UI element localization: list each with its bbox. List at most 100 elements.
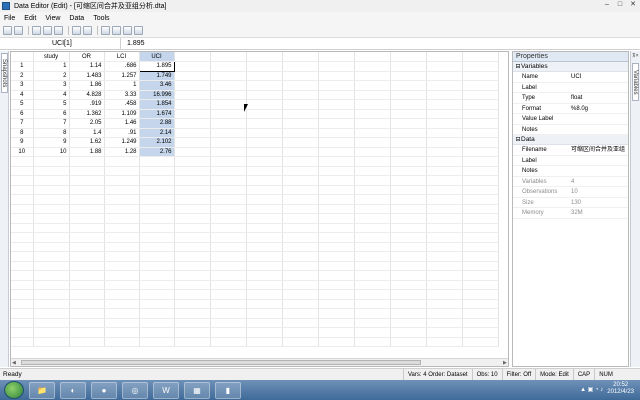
grid-cell[interactable] bbox=[69, 204, 105, 214]
grid-cell[interactable] bbox=[462, 251, 499, 262]
grid-cell[interactable]: 1.86 bbox=[69, 80, 105, 91]
grid-cell[interactable] bbox=[210, 232, 247, 243]
start-button[interactable] bbox=[4, 381, 24, 399]
grid-cell[interactable] bbox=[174, 61, 211, 72]
grid-cell[interactable] bbox=[174, 251, 211, 262]
grid-cell[interactable]: 1.28 bbox=[104, 147, 140, 157]
grid-cell[interactable] bbox=[462, 156, 499, 167]
grid-cell[interactable] bbox=[354, 118, 391, 129]
grid-cell[interactable] bbox=[174, 128, 211, 138]
grid-cell[interactable] bbox=[390, 185, 427, 195]
grid-cell[interactable] bbox=[318, 128, 355, 138]
grid-cell[interactable] bbox=[139, 280, 175, 290]
row-number[interactable] bbox=[11, 280, 34, 290]
scroll-right-icon[interactable]: ▶ bbox=[503, 360, 507, 366]
row-number[interactable] bbox=[11, 318, 34, 328]
grid-cell[interactable] bbox=[210, 280, 247, 290]
grid-cell[interactable] bbox=[282, 175, 319, 186]
grid-cell[interactable] bbox=[210, 251, 247, 262]
grid-cell[interactable] bbox=[33, 299, 70, 309]
grid-cell[interactable] bbox=[210, 147, 247, 157]
grid-cell[interactable] bbox=[246, 61, 283, 72]
browser-icon[interactable]: ◎ bbox=[122, 381, 148, 399]
property-row[interactable]: Notes bbox=[513, 166, 628, 177]
properties-icon[interactable] bbox=[123, 26, 132, 35]
grid-cell[interactable] bbox=[104, 308, 140, 319]
grid-cell[interactable] bbox=[318, 61, 355, 72]
edit-mode-icon[interactable] bbox=[72, 26, 81, 35]
grid-cell[interactable] bbox=[426, 99, 463, 110]
grid-cell[interactable] bbox=[69, 185, 105, 195]
grid-cell[interactable]: 1 bbox=[104, 80, 140, 91]
grid-cell[interactable] bbox=[139, 166, 175, 176]
grid-cell[interactable] bbox=[174, 232, 211, 243]
grid-cell[interactable] bbox=[282, 166, 319, 176]
grid-cell[interactable] bbox=[282, 204, 319, 214]
grid-cell[interactable] bbox=[462, 194, 499, 205]
grid-cell[interactable] bbox=[246, 261, 283, 271]
grid-cell[interactable]: 1.895 bbox=[138, 61, 175, 72]
grid-cell[interactable] bbox=[210, 156, 247, 167]
grid-cell[interactable] bbox=[462, 175, 499, 186]
grid-cell[interactable] bbox=[282, 289, 319, 300]
grid-cell[interactable] bbox=[282, 71, 319, 81]
grid-cell[interactable] bbox=[139, 185, 175, 195]
grid-cell[interactable] bbox=[354, 204, 391, 214]
grid-cell[interactable] bbox=[69, 213, 105, 224]
row-number[interactable]: 2 bbox=[11, 71, 34, 81]
property-value[interactable] bbox=[565, 125, 628, 135]
grid-cell[interactable] bbox=[282, 118, 319, 129]
grid-cell[interactable] bbox=[426, 337, 463, 347]
row-number[interactable]: 8 bbox=[11, 128, 34, 138]
grid-cell[interactable] bbox=[210, 223, 247, 233]
row-number[interactable] bbox=[11, 185, 34, 195]
grid-cell[interactable]: .458 bbox=[104, 99, 140, 110]
grid-cell[interactable] bbox=[210, 185, 247, 195]
property-row[interactable]: Memory 32M bbox=[513, 208, 628, 219]
grid-cell[interactable] bbox=[282, 242, 319, 252]
grid-cell[interactable] bbox=[318, 337, 355, 347]
grid-cell[interactable] bbox=[104, 204, 140, 214]
grid-cell[interactable]: 2.05 bbox=[69, 118, 105, 129]
row-number[interactable] bbox=[11, 232, 34, 243]
grid-cell[interactable] bbox=[139, 213, 175, 224]
variables-tab[interactable]: Variables bbox=[632, 63, 639, 101]
grid-cell[interactable] bbox=[390, 327, 427, 338]
grid-cell[interactable] bbox=[139, 327, 175, 338]
grid-cell[interactable] bbox=[426, 232, 463, 243]
grid-cell[interactable] bbox=[462, 90, 499, 100]
grid-cell[interactable] bbox=[139, 156, 175, 167]
grid-cell[interactable] bbox=[426, 308, 463, 319]
grid-cell[interactable] bbox=[354, 270, 391, 281]
grid-cell[interactable] bbox=[426, 251, 463, 262]
property-row[interactable]: Size 130 bbox=[513, 198, 628, 208]
grid-cell[interactable] bbox=[246, 270, 283, 281]
grid-cell[interactable] bbox=[426, 213, 463, 224]
grid-cell[interactable]: 3 bbox=[33, 80, 70, 91]
copy-icon[interactable] bbox=[43, 26, 52, 35]
grid-cell[interactable] bbox=[246, 280, 283, 290]
grid-cell[interactable] bbox=[426, 109, 463, 119]
grid-cell[interactable] bbox=[69, 308, 105, 319]
grid-cell[interactable]: 2.14 bbox=[139, 128, 175, 138]
grid-cell[interactable] bbox=[282, 280, 319, 290]
grid-cell[interactable] bbox=[282, 128, 319, 138]
menu-file[interactable]: File bbox=[4, 15, 15, 22]
grid-cell[interactable] bbox=[69, 261, 105, 271]
variables-section-header[interactable]: ⊟Variables bbox=[513, 62, 628, 72]
grid-cell[interactable] bbox=[174, 223, 211, 233]
grid-cell[interactable] bbox=[174, 90, 211, 100]
grid-cell[interactable] bbox=[354, 261, 391, 271]
grid-cell[interactable] bbox=[104, 337, 140, 347]
grid-cell[interactable] bbox=[354, 308, 391, 319]
grid-cell[interactable] bbox=[104, 156, 140, 167]
property-row[interactable]: Variables 4 bbox=[513, 177, 628, 187]
grid-cell[interactable] bbox=[210, 118, 247, 129]
grid-cell[interactable] bbox=[390, 61, 427, 72]
grid-cell[interactable] bbox=[246, 308, 283, 319]
grid-cell[interactable] bbox=[246, 337, 283, 347]
grid-cell[interactable] bbox=[354, 109, 391, 119]
grid-cell[interactable] bbox=[354, 99, 391, 110]
grid-cell[interactable] bbox=[282, 90, 319, 100]
grid-cell[interactable] bbox=[282, 109, 319, 119]
